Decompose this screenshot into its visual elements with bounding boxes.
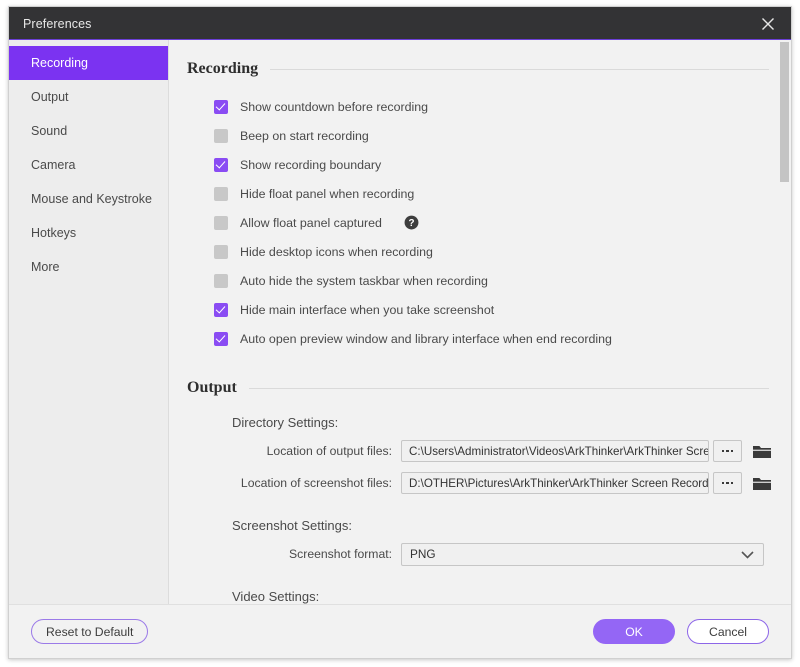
sidebar-item-camera[interactable]: Camera xyxy=(9,148,168,182)
output-section-header: Output xyxy=(187,379,769,397)
output-section-title: Output xyxy=(187,379,237,396)
screenshot-files-label: Location of screenshot files: xyxy=(240,476,392,490)
recording-section-title: Recording xyxy=(187,60,259,77)
screenshot-format-select[interactable]: PNG xyxy=(401,542,764,566)
option-hide-float-panel-when-recording[interactable]: Hide float panel when recording xyxy=(214,179,769,208)
recording-section-header: Recording xyxy=(187,60,769,78)
sidebar-item-label: More xyxy=(31,260,60,274)
dialog-footer: Reset to Default OK Cancel xyxy=(9,604,791,658)
sidebar: Recording Output Sound Camera Mouse and … xyxy=(9,40,169,604)
option-label: Hide main interface when you take screen… xyxy=(240,302,495,317)
close-button[interactable] xyxy=(745,7,791,40)
window-body: Recording Output Sound Camera Mouse and … xyxy=(9,40,791,604)
sidebar-item-label: Camera xyxy=(31,158,76,172)
recording-options-list: Show countdown before recording Beep on … xyxy=(187,92,769,353)
option-show-recording-boundary[interactable]: Show recording boundary xyxy=(214,150,769,179)
checkbox[interactable] xyxy=(214,157,228,172)
chevron-down-icon xyxy=(741,551,754,559)
checkbox[interactable] xyxy=(214,215,228,230)
option-label: Hide float panel when recording xyxy=(240,186,415,201)
screenshot-format-value: PNG xyxy=(410,547,436,561)
settings-scroll-content: Recording Show countdown before recordin… xyxy=(169,40,791,604)
sidebar-item-label: Hotkeys xyxy=(31,226,77,240)
sidebar-item-output[interactable]: Output xyxy=(9,80,168,114)
section-divider xyxy=(248,387,769,389)
option-allow-float-panel-captured[interactable]: Allow float panel captured ? xyxy=(214,208,769,237)
screenshot-settings-heading: Screenshot Settings: xyxy=(232,518,352,533)
directory-settings-heading: Directory Settings: xyxy=(232,415,339,430)
close-icon xyxy=(762,17,774,30)
option-auto-open-preview-window-when-end-recording[interactable]: Auto open preview window and library int… xyxy=(214,324,769,353)
screenshot-files-open-folder-icon[interactable] xyxy=(752,474,772,492)
dot xyxy=(721,481,725,485)
checkbox[interactable] xyxy=(214,331,228,346)
dot xyxy=(726,449,729,453)
option-beep-on-start-recording[interactable]: Beep on start recording xyxy=(214,121,769,150)
option-label: Beep on start recording xyxy=(240,128,369,143)
sidebar-item-label: Mouse and Keystroke xyxy=(31,192,152,206)
output-files-path-input[interactable]: C:\Users\Administrator\Videos\ArkThinker… xyxy=(401,440,709,462)
checkbox[interactable] xyxy=(214,99,228,114)
sidebar-item-mouse-and-keystroke[interactable]: Mouse and Keystroke xyxy=(9,182,168,216)
sidebar-item-label: Output xyxy=(31,90,69,104)
output-files-browse-button[interactable] xyxy=(713,440,742,462)
option-hide-desktop-icons-when-recording[interactable]: Hide desktop icons when recording xyxy=(214,237,769,266)
screenshot-format-row: Screenshot format: PNG xyxy=(187,541,769,567)
checkbox[interactable] xyxy=(214,186,228,201)
title-bar: Preferences xyxy=(9,7,791,40)
sidebar-item-more[interactable]: More xyxy=(9,250,168,284)
window-title: Preferences xyxy=(23,16,92,31)
checkbox[interactable] xyxy=(214,302,228,317)
option-label: Show recording boundary xyxy=(240,157,382,172)
screenshot-files-row: Location of screenshot files: D:\OTHER\P… xyxy=(187,470,772,496)
option-label: Show countdown before recording xyxy=(240,99,429,114)
option-hide-main-interface-when-take-screenshot[interactable]: Hide main interface when you take screen… xyxy=(214,295,769,324)
screenshot-files-browse-button[interactable] xyxy=(713,472,742,494)
option-auto-hide-system-taskbar-when-recording[interactable]: Auto hide the system taskbar when record… xyxy=(214,266,769,295)
output-files-open-folder-icon[interactable] xyxy=(752,442,772,460)
sidebar-item-hotkeys[interactable]: Hotkeys xyxy=(9,216,168,250)
output-files-row: Location of output files: C:\Users\Admin… xyxy=(187,438,772,464)
screenshot-files-path-input[interactable]: D:\OTHER\Pictures\ArkThinker\ArkThinker … xyxy=(401,472,709,494)
dot xyxy=(721,449,725,453)
sidebar-item-label: Recording xyxy=(31,56,88,70)
option-label: Hide desktop icons when recording xyxy=(240,244,433,259)
preferences-window: Preferences Recording Output Sound Camer… xyxy=(8,6,792,659)
output-files-label: Location of output files: xyxy=(266,444,392,458)
cancel-button[interactable]: Cancel xyxy=(687,619,769,644)
ok-button[interactable]: OK xyxy=(593,619,675,644)
sidebar-item-recording[interactable]: Recording xyxy=(9,46,168,80)
svg-text:?: ? xyxy=(408,218,414,229)
dot xyxy=(730,481,734,485)
checkbox[interactable] xyxy=(214,128,228,143)
scrollbar-thumb[interactable] xyxy=(780,42,789,182)
sidebar-item-label: Sound xyxy=(31,124,68,138)
section-divider xyxy=(270,68,769,70)
screenshot-format-label: Screenshot format: xyxy=(289,547,392,561)
settings-scrollbar[interactable] xyxy=(780,42,789,602)
checkbox[interactable] xyxy=(214,273,228,288)
dot xyxy=(726,481,729,485)
reset-to-default-button[interactable]: Reset to Default xyxy=(31,619,149,644)
option-label: Auto open preview window and library int… xyxy=(240,331,612,346)
video-settings-heading: Video Settings: xyxy=(232,589,320,604)
settings-panel: Recording Show countdown before recordin… xyxy=(169,40,791,604)
checkbox[interactable] xyxy=(214,244,228,259)
option-show-countdown-before-recording[interactable]: Show countdown before recording xyxy=(214,92,769,121)
option-label: Allow float panel captured xyxy=(240,215,382,230)
dot xyxy=(730,449,734,453)
sidebar-item-sound[interactable]: Sound xyxy=(9,114,168,148)
option-label: Auto hide the system taskbar when record… xyxy=(240,273,488,288)
help-icon[interactable]: ? xyxy=(404,215,419,230)
